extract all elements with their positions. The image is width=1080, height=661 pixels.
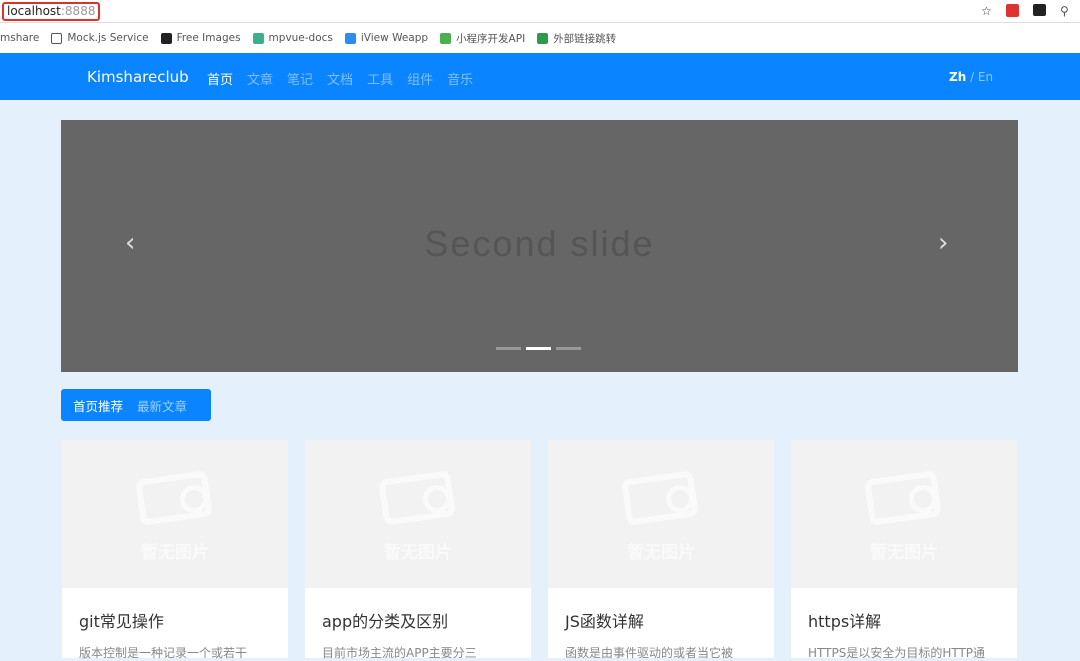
card-title[interactable]: https详解 [808,608,1017,632]
nav-item[interactable]: 组件 [407,69,433,88]
bookmark-item[interactable]: 外部链接跳转 [537,31,616,46]
nav-item[interactable]: 工具 [367,69,393,88]
nav-item[interactable]: 首页 [207,69,233,88]
bookmark-icon [440,32,452,44]
bookmark-item[interactable]: iView Weapp [344,32,428,44]
lang-en[interactable]: En [978,70,993,84]
bookmark-item[interactable]: 小程序开发API [440,31,525,46]
card-title[interactable]: app的分类及区别 [322,608,531,632]
tab-group: 首页推荐 最新文章 [61,389,211,421]
nav-item[interactable]: 文章 [247,69,273,88]
carousel-indicator[interactable] [526,347,551,350]
carousel: Second slide ‹ › [61,120,1018,372]
article-card[interactable]: 暂无图片 https详解 HTTPS是以安全为目标的HTTP通 [791,440,1017,660]
chevron-left-icon[interactable]: ‹ [125,228,135,258]
image-placeholder: 暂无图片 [791,440,1017,588]
bookmark-icon [537,32,549,44]
extension-icon[interactable]: ⚲ [1060,4,1069,18]
nav-item[interactable]: 笔记 [287,69,313,88]
star-icon[interactable]: ☆ [981,4,992,18]
card-desc: 目前市场主流的APP主要分三 [322,646,477,660]
image-placeholder: 暂无图片 [62,440,288,588]
bookmark-icon [344,32,356,44]
url-field[interactable]: localhost:8888 [2,2,101,21]
article-card[interactable]: 暂无图片 JS函数详解函数是由事件驱动的或者当它被 [548,440,774,660]
card-desc: HTTPS是以安全为目标的HTTP通 [808,646,986,660]
image-icon [423,485,451,513]
lang-zh[interactable]: Zh [949,70,966,84]
bookmark-icon [160,32,172,44]
extension-icon[interactable] [1033,4,1046,16]
article-card[interactable]: 暂无图片 git常见操作版本控制是一种记录一个或若干 [62,440,288,660]
language-switch: Zh / En [949,70,994,84]
bookmark-item[interactable]: mpvue-docs [252,32,333,44]
nav-item[interactable]: 音乐 [447,69,473,88]
image-icon [180,485,208,513]
slide-caption: Second slide [424,223,655,264]
address-bar[interactable]: localhost:8888 ☆ ⚲ [0,0,1080,23]
nav-item[interactable]: 文档 [327,69,353,88]
card-desc: 函数是由事件驱动的或者当它被 [565,646,734,660]
chevron-right-icon[interactable]: › [938,228,948,258]
bookmark-item[interactable]: Free Images [160,32,241,44]
nav-menu: 首页 文章 笔记 文档 工具 组件 音乐 [207,69,473,88]
card-desc: 版本控制是一种记录一个或若干 [79,646,248,660]
brand-logo[interactable]: Kimshareclub [87,68,189,86]
bookmark-item[interactable]: mshare [0,32,39,44]
navbar: Kimshareclub 首页 文章 笔记 文档 工具 组件 音乐 Zh / En [0,53,1080,100]
article-card[interactable]: 暂无图片 app的分类及区别目前市场主流的APP主要分三 [305,440,531,660]
tab[interactable]: 首页推荐 [73,396,123,415]
image-icon [666,485,694,513]
card-title[interactable]: git常见操作 [79,608,288,632]
bookmarks-bar: mshare Mock.js Service Free Images mpvue-do… [0,23,1080,53]
card-title[interactable]: JS函数详解 [565,608,774,632]
bookmark-icon [51,32,63,44]
tab[interactable]: 最新文章 [137,396,187,415]
bookmark-icon [252,32,264,44]
bookmark-item[interactable]: Mock.js Service [51,32,149,44]
image-icon [909,485,937,513]
carousel-indicator[interactable] [556,347,581,350]
carousel-indicators [496,347,581,350]
image-placeholder: 暂无图片 [548,440,774,588]
carousel-indicator[interactable] [496,347,521,350]
image-placeholder: 暂无图片 [305,440,531,588]
extension-icon[interactable] [1006,4,1019,17]
